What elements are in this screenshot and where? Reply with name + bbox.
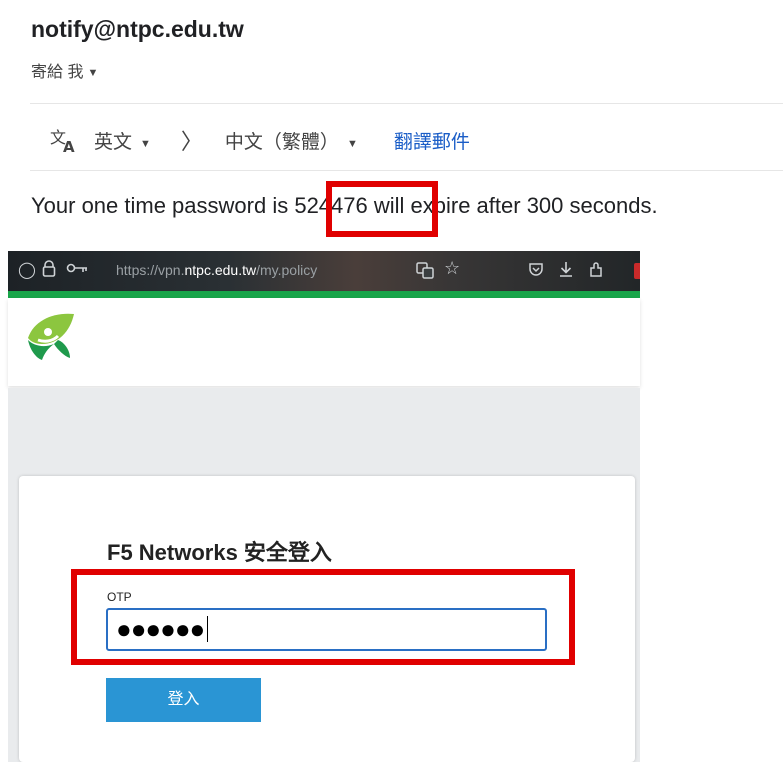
otp-code-highlight [326,181,438,237]
divider [30,103,783,104]
target-language-label: 中文（繁體） [224,131,339,153]
pocket-icon[interactable] [528,261,544,282]
accent-line [8,291,640,298]
chevron-right-icon: 〉 [180,129,203,154]
login-button[interactable]: 登入 [106,678,261,722]
otp-input-highlight [71,569,575,665]
caret-down-icon: ▼ [87,67,99,79]
download-icon[interactable] [558,260,574,283]
site-logo [24,310,76,367]
site-header [8,298,640,386]
translate-message-link[interactable]: 翻譯郵件 [394,127,470,154]
recipient-dropdown[interactable]: 寄給 我 ▼ [31,58,98,82]
browser-toolbar: ◯ https://vpn.ntpc.edu.tw/my.policy ☆ [8,251,640,291]
translate-icon: 文 A [50,126,80,156]
key-icon[interactable] [66,261,88,280]
addon-icon[interactable] [634,263,640,279]
lock-icon[interactable] [42,260,56,282]
url-bar[interactable]: https://vpn.ntpc.edu.tw/my.policy [116,262,317,278]
source-language-select[interactable]: 英文 ▼ [94,127,157,154]
source-language-label: 英文 [94,131,133,153]
translate-page-icon[interactable] [416,261,434,284]
recipient-label: 寄給 我 [31,64,84,81]
shield-icon[interactable]: ◯ [18,260,36,280]
login-title: F5 Networks 安全登入 [107,540,332,565]
target-language-select[interactable]: 中文（繁體） ▼ [225,127,364,154]
svg-text:A: A [63,138,75,154]
url-suffix: /my.policy [256,262,318,278]
body-text-before: Your one time password is [31,193,295,218]
extensions-icon[interactable] [588,260,606,283]
url-prefix: https://vpn. [116,262,185,278]
translate-bar: 文 A 英文 ▼ 〉 中文（繁體） ▼ 翻譯郵件 [50,122,470,158]
email-sender: notify@ntpc.edu.tw [31,16,244,42]
url-domain: ntpc.edu.tw [184,262,257,278]
star-icon[interactable]: ☆ [444,258,460,279]
divider [30,170,783,171]
caret-down-icon: ▼ [346,137,358,150]
caret-down-icon: ▼ [140,137,151,150]
